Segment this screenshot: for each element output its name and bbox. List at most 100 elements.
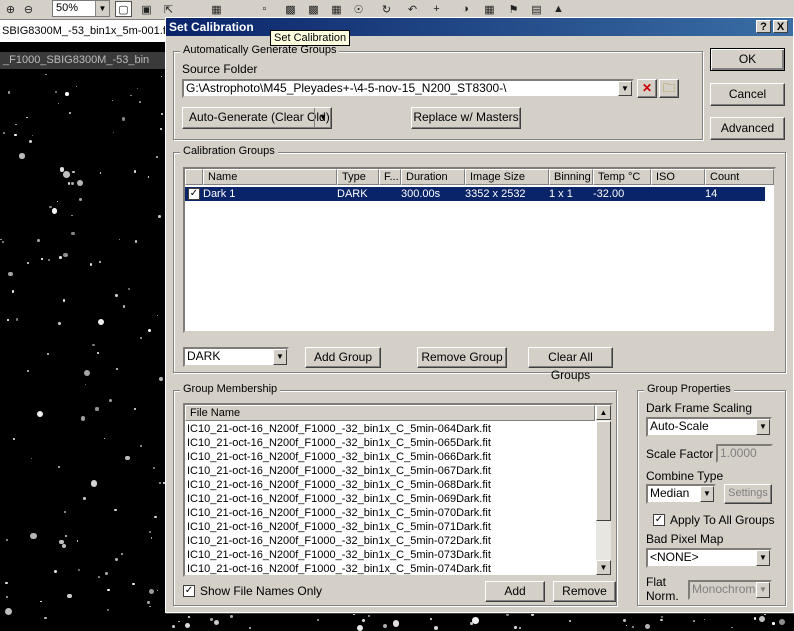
star-dot: [108, 398, 112, 402]
column-header-file-name[interactable]: File Name: [185, 405, 595, 421]
star-icon[interactable]: ☉: [350, 1, 367, 17]
file-list[interactable]: File Name IC10_21-oct-16_N200f_F1000_-32…: [183, 403, 613, 577]
star-dot: [660, 615, 663, 618]
dark-scaling-value: Auto-Scale: [650, 419, 709, 433]
grid-icon[interactable]: ▦: [481, 1, 498, 17]
flag-icon[interactable]: ⚑: [505, 1, 522, 17]
auto-generate-button[interactable]: Auto-Generate (Clear Old) ▼: [182, 107, 332, 129]
chevron-down-icon[interactable]: ▼: [273, 349, 287, 365]
scale-factor-label: Scale Factor: [646, 447, 714, 461]
show-file-names-checkbox[interactable]: ✓: [183, 585, 195, 597]
row-name: Dark 1: [203, 188, 236, 200]
remove-group-button[interactable]: Remove Group: [417, 347, 507, 368]
dark-scaling-select[interactable]: Auto-Scale ▼: [646, 417, 772, 437]
chevron-down-icon[interactable]: ▼: [756, 419, 770, 435]
add-group-button[interactable]: Add Group: [305, 347, 381, 368]
plus-icon[interactable]: +: [428, 1, 445, 17]
remove-file-button[interactable]: Remove: [553, 581, 616, 602]
list-item[interactable]: IC10_21-oct-16_N200f_F1000_-32_bin1x_C_5…: [185, 548, 595, 562]
star-dot: [248, 626, 252, 630]
source-folder-input[interactable]: G:\Astrophoto\M45_Pleyades+-\4-5-nov-15_…: [182, 79, 634, 98]
scale-factor-input[interactable]: 1.0000: [716, 444, 773, 463]
close-button[interactable]: X: [773, 20, 788, 33]
fit-icon[interactable]: ▣: [138, 1, 155, 17]
star-dot: [92, 343, 95, 347]
star-dot: [58, 103, 60, 105]
image-icon[interactable]: ▢: [115, 1, 132, 17]
star-dot: [76, 179, 84, 187]
column-header-iso[interactable]: ISO: [651, 169, 705, 185]
column-header-duration[interactable]: Duration: [401, 169, 465, 185]
list-item[interactable]: IC10_21-oct-16_N200f_F1000_-32_bin1x_C_5…: [185, 534, 595, 548]
binary-icon[interactable]: ▤: [528, 1, 545, 17]
flat-norm-select[interactable]: Monochrome ▼: [688, 580, 772, 600]
star-dot: [36, 410, 43, 417]
list-item[interactable]: IC10_21-oct-16_N200f_F1000_-32_bin1x_C_5…: [185, 478, 595, 492]
scroll-up-icon[interactable]: ▲: [596, 405, 611, 420]
zoom-select[interactable]: 50% ▼: [52, 0, 110, 17]
chevron-down-icon[interactable]: ▼: [756, 582, 770, 598]
ok-button[interactable]: OK: [710, 48, 785, 71]
column-header-type[interactable]: Type: [337, 169, 379, 185]
help-button[interactable]: ?: [756, 20, 771, 33]
apply-all-groups-checkbox[interactable]: ✓: [653, 514, 665, 526]
clear-folder-icon[interactable]: ✕: [637, 79, 657, 98]
column-header-name[interactable]: Name: [203, 169, 337, 185]
list-item[interactable]: IC10_21-oct-16_N200f_F1000_-32_bin1x_C_5…: [185, 492, 595, 506]
calibration-icon[interactable]: ▦: [208, 1, 225, 17]
list-item[interactable]: IC10_21-oct-16_N200f_F1000_-32_bin1x_C_5…: [185, 562, 595, 575]
crosshair-icon[interactable]: ▩: [305, 1, 322, 17]
bad-pixel-map-select[interactable]: <NONE> ▼: [646, 548, 772, 568]
star-dot: [70, 181, 75, 186]
star-dot: [51, 208, 57, 214]
list-item[interactable]: IC10_21-oct-16_N200f_F1000_-32_bin1x_C_5…: [185, 506, 595, 520]
list-item[interactable]: IC10_21-oct-16_N200f_F1000_-32_bin1x_C_5…: [185, 520, 595, 534]
star-dot: [104, 437, 106, 440]
add-file-button[interactable]: Add: [485, 581, 545, 602]
cancel-button[interactable]: Cancel: [710, 83, 785, 106]
scale-factor-value: 1.0000: [720, 446, 757, 460]
image-window-title-2[interactable]: _F1000_SBIG8300M_-53_bin: [0, 52, 173, 69]
scrollbar-thumb[interactable]: [596, 421, 611, 521]
mountain-icon[interactable]: ▲: [550, 1, 567, 17]
cursor-icon[interactable]: ⇱: [160, 1, 177, 17]
group-type-select[interactable]: DARK ▼: [183, 347, 289, 367]
zoom-out-icon[interactable]: ⊖: [20, 1, 37, 17]
replace-masters-button[interactable]: Replace w/ Masters: [411, 107, 521, 129]
chevron-down-icon[interactable]: ▼: [618, 81, 632, 96]
grid-icon[interactable]: ▦: [328, 1, 345, 17]
clear-all-groups-button[interactable]: Clear All Groups: [528, 347, 613, 382]
table-row[interactable]: ✓ Dark 1 DARK 300.00s 3352 x 2532 1 x 1 …: [185, 187, 765, 201]
chevron-down-icon[interactable]: ▼: [700, 486, 714, 502]
histogram-icon[interactable]: ▩: [282, 1, 299, 17]
image-window-title[interactable]: SBIG8300M_-53_bin1x_5m-001.fit: [0, 20, 172, 42]
column-header-check[interactable]: [185, 169, 203, 185]
list-item[interactable]: IC10_21-oct-16_N200f_F1000_-32_bin1x_C_5…: [185, 464, 595, 478]
list-item[interactable]: IC10_21-oct-16_N200f_F1000_-32_bin1x_C_5…: [185, 450, 595, 464]
vertical-scrollbar[interactable]: ▲ ▼: [596, 405, 611, 575]
advanced-button[interactable]: Advanced: [710, 117, 785, 140]
star-dot: [49, 205, 52, 209]
ruler-icon[interactable]: ▫: [256, 1, 273, 17]
color-icon[interactable]: ◑: [457, 1, 474, 17]
scroll-down-icon[interactable]: ▼: [596, 560, 611, 575]
list-item[interactable]: IC10_21-oct-16_N200f_F1000_-32_bin1x_C_5…: [185, 422, 595, 436]
star-dot: [433, 626, 438, 631]
star-dot: [121, 116, 126, 121]
chevron-down-icon[interactable]: ▼: [756, 550, 770, 566]
calibration-groups-list[interactable]: Name Type F... Duration Image Size Binni…: [183, 167, 776, 333]
star-dot: [67, 182, 71, 185]
column-header-count[interactable]: Count: [705, 169, 774, 185]
column-header-temp[interactable]: Temp °C: [593, 169, 651, 185]
combine-type-select[interactable]: Median ▼: [646, 484, 716, 504]
settings-button[interactable]: Settings: [724, 484, 772, 504]
folder-icon[interactable]: 🗀: [659, 79, 679, 98]
column-header-f[interactable]: F...: [379, 169, 401, 185]
column-header-binning[interactable]: Binning: [549, 169, 593, 185]
chevron-down-icon[interactable]: ▼: [314, 108, 327, 127]
list-item[interactable]: IC10_21-oct-16_N200f_F1000_-32_bin1x_C_5…: [185, 436, 595, 450]
zoom-in-icon[interactable]: ⊕: [2, 1, 19, 17]
column-header-image-size[interactable]: Image Size: [465, 169, 549, 185]
undo-icon[interactable]: ↶: [404, 1, 421, 17]
rotate-icon[interactable]: ↻: [378, 1, 395, 17]
